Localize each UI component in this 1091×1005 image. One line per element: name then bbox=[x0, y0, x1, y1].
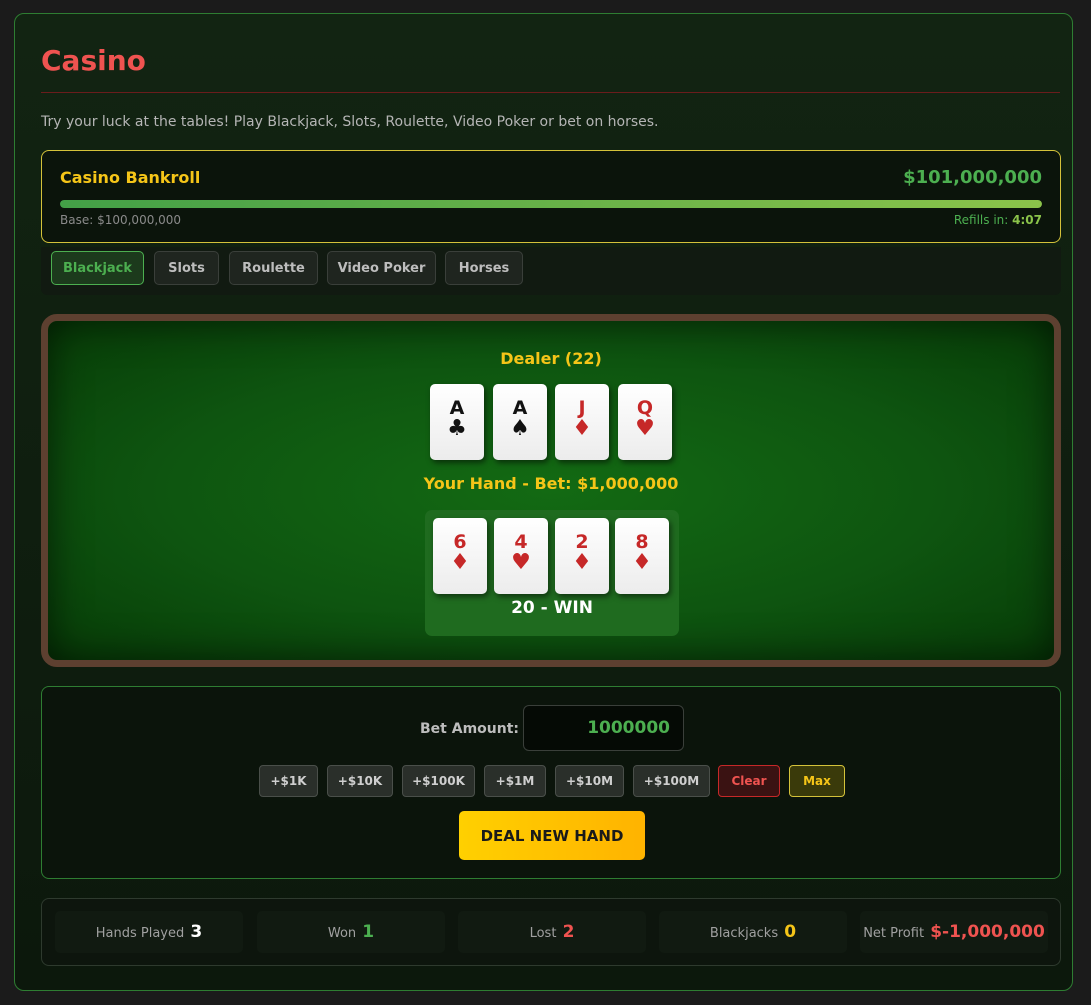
bankroll-progress-fill bbox=[60, 200, 1042, 208]
card-rank: Q bbox=[636, 397, 654, 419]
add-100m-button[interactable]: +$100M bbox=[633, 765, 710, 797]
card-rank: J bbox=[578, 397, 586, 419]
diamond-suit-icon: ♦ bbox=[450, 550, 470, 575]
bet-amount-input[interactable] bbox=[523, 705, 684, 751]
heart-suit-icon: ♥ bbox=[635, 416, 655, 441]
dealer-card: J ♦ bbox=[555, 384, 609, 460]
bankroll-label: Casino Bankroll bbox=[60, 168, 201, 187]
game-tabs: Blackjack Slots Roulette Video Poker Hor… bbox=[41, 247, 1061, 295]
stat-lost: Lost 2 bbox=[458, 911, 646, 953]
intro-text: Try your luck at the tables! Play Blackj… bbox=[41, 114, 659, 130]
stat-hands-played: Hands Played 3 bbox=[55, 911, 243, 953]
player-card: 2 ♦ bbox=[555, 518, 609, 594]
card-rank: A bbox=[512, 397, 528, 419]
diamond-suit-icon: ♦ bbox=[572, 550, 592, 575]
bankroll-amount: $101,000,000 bbox=[903, 167, 1042, 188]
card-rank: 2 bbox=[575, 531, 589, 553]
clear-bet-button[interactable]: Clear bbox=[718, 765, 780, 797]
add-10k-button[interactable]: +$10K bbox=[327, 765, 393, 797]
tab-roulette[interactable]: Roulette bbox=[229, 251, 318, 285]
card-rank: 8 bbox=[635, 531, 649, 553]
dealer-label: Dealer (22) bbox=[500, 349, 602, 368]
stat-value: 2 bbox=[562, 922, 575, 942]
dealer-card: A ♣ bbox=[430, 384, 484, 460]
add-100k-button[interactable]: +$100K bbox=[402, 765, 475, 797]
stat-label: Net Profit bbox=[863, 926, 925, 941]
stat-value: $-1,000,000 bbox=[930, 922, 1045, 942]
stat-label: Won bbox=[327, 926, 357, 941]
bet-panel: Bet Amount: +$1K +$10K +$100K +$1M +$10M… bbox=[41, 686, 1061, 879]
dealer-card: A ♠ bbox=[493, 384, 547, 460]
add-1k-button[interactable]: +$1K bbox=[259, 765, 318, 797]
title-divider bbox=[41, 92, 1060, 93]
diamond-suit-icon: ♦ bbox=[632, 550, 652, 575]
bankroll-card: Casino Bankroll $101,000,000 Base: $100,… bbox=[41, 150, 1061, 243]
refill-timer: 4:07 bbox=[1012, 213, 1042, 227]
stat-value: 0 bbox=[784, 922, 797, 942]
stats-bar: Hands Played 3 Won 1 Lost 2 Blackjacks 0… bbox=[41, 898, 1061, 966]
stat-value: 3 bbox=[190, 922, 203, 942]
club-suit-icon: ♣ bbox=[447, 416, 467, 441]
spade-suit-icon: ♠ bbox=[510, 416, 530, 441]
player-result: 20 - WIN bbox=[511, 598, 593, 618]
tab-horses[interactable]: Horses bbox=[445, 251, 523, 285]
casino-panel: Casino Try your luck at the tables! Play… bbox=[14, 13, 1073, 991]
card-rank: 4 bbox=[514, 531, 528, 553]
heart-suit-icon: ♥ bbox=[511, 550, 531, 575]
add-10m-button[interactable]: +$10M bbox=[555, 765, 624, 797]
bankroll-base: Base: $100,000,000 bbox=[60, 213, 182, 227]
deal-new-hand-button[interactable]: DEAL NEW HAND bbox=[459, 811, 645, 860]
dealer-card: Q ♥ bbox=[618, 384, 672, 460]
tab-video-poker[interactable]: Video Poker bbox=[327, 251, 436, 285]
page-title: Casino bbox=[41, 44, 146, 77]
player-card: 6 ♦ bbox=[433, 518, 487, 594]
refill-label: Refills in: bbox=[953, 213, 1009, 227]
tab-slots[interactable]: Slots bbox=[154, 251, 219, 285]
max-bet-button[interactable]: Max bbox=[789, 765, 845, 797]
stat-net-profit: Net Profit $-1,000,000 bbox=[860, 911, 1048, 953]
stat-value: 1 bbox=[362, 922, 375, 942]
stat-label: Hands Played bbox=[95, 926, 185, 941]
player-card: 4 ♥ bbox=[494, 518, 548, 594]
bankroll-refill: Refills in: 4:07 bbox=[954, 213, 1042, 227]
player-hand: 6 ♦ 4 ♥ 2 ♦ 8 ♦ 20 - WIN bbox=[425, 510, 679, 636]
blackjack-table: Dealer (22) A ♣ A ♠ J ♦ Q ♥ Your Hand - … bbox=[41, 314, 1061, 667]
bet-amount-label: Bet Amount: bbox=[420, 721, 519, 737]
add-1m-button[interactable]: +$1M bbox=[484, 765, 546, 797]
bankroll-progress-bar bbox=[60, 200, 1042, 208]
stat-won: Won 1 bbox=[257, 911, 445, 953]
stat-label: Lost bbox=[529, 926, 557, 941]
stat-blackjacks: Blackjacks 0 bbox=[659, 911, 847, 953]
player-hand-label: Your Hand - Bet: $1,000,000 bbox=[423, 474, 679, 493]
stat-label: Blackjacks bbox=[709, 926, 779, 941]
diamond-suit-icon: ♦ bbox=[572, 416, 592, 441]
card-rank: 6 bbox=[453, 531, 467, 553]
tab-blackjack[interactable]: Blackjack bbox=[51, 251, 144, 285]
player-card: 8 ♦ bbox=[615, 518, 669, 594]
card-rank: A bbox=[449, 397, 465, 419]
